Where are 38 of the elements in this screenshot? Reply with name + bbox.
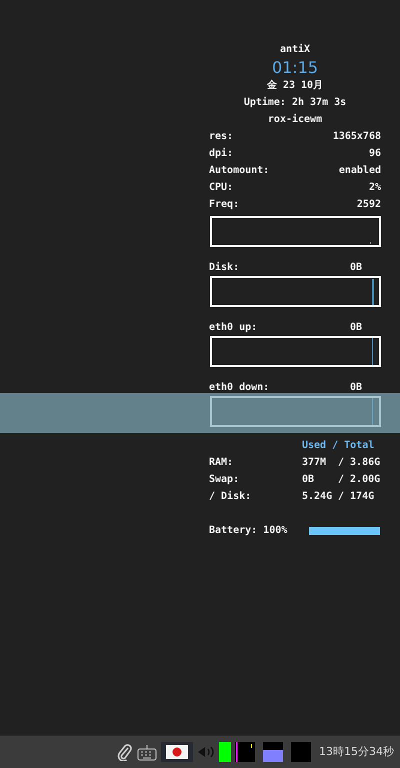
used-value: 377M [302,456,328,470]
paperclip-icon[interactable] [117,743,133,761]
info-value: 1365x768 [332,130,381,144]
info-value: 2% [368,181,381,195]
info-label: Automount: [209,164,270,178]
clock-text: 01:15 [272,58,318,77]
taskbar-clock[interactable]: 13時15分34秒 [319,744,394,760]
flag-icon[interactable] [161,742,193,762]
graph-label: Disk: [209,262,240,273]
graph-label: eth0 down: [209,382,270,393]
used-value: 0B [302,473,316,487]
distro-name: antiX [280,44,310,55]
info-label: res: [209,130,234,144]
column-heading: Used / Total [302,440,374,451]
memory-monitor-icon[interactable] [235,742,255,762]
keyboard-icon[interactable] [137,743,157,761]
info-label: Freq: [209,198,240,212]
info-value: 96 [368,147,381,161]
memory-label: RAM: [209,456,234,470]
date-text: 金 23 10月 [266,80,324,91]
info-label: CPU: [209,181,234,195]
uptime-text: Uptime: 2h 37m 3s [244,97,346,108]
graph-value: 0B [350,261,362,275]
info-value: enabled [338,164,381,178]
memory-label: Swap: [209,473,240,487]
graph-value: 0B [350,381,362,395]
total-value: / 3.86G [338,457,380,468]
network-monitor-icon[interactable] [263,742,283,762]
used-value: 5.24G [302,490,334,504]
total-value: / 174G [338,491,374,502]
graph-label: eth0 up: [209,322,258,333]
session-name: rox-icewm [268,114,322,125]
memory-label: / Disk: [209,490,252,504]
info-label: dpi: [209,146,234,161]
total-value: / 2.00G [338,474,380,485]
battery-text: Battery: 100% [209,524,288,538]
info-value: 2592 [356,198,381,212]
graph-value: 0B [350,321,362,335]
